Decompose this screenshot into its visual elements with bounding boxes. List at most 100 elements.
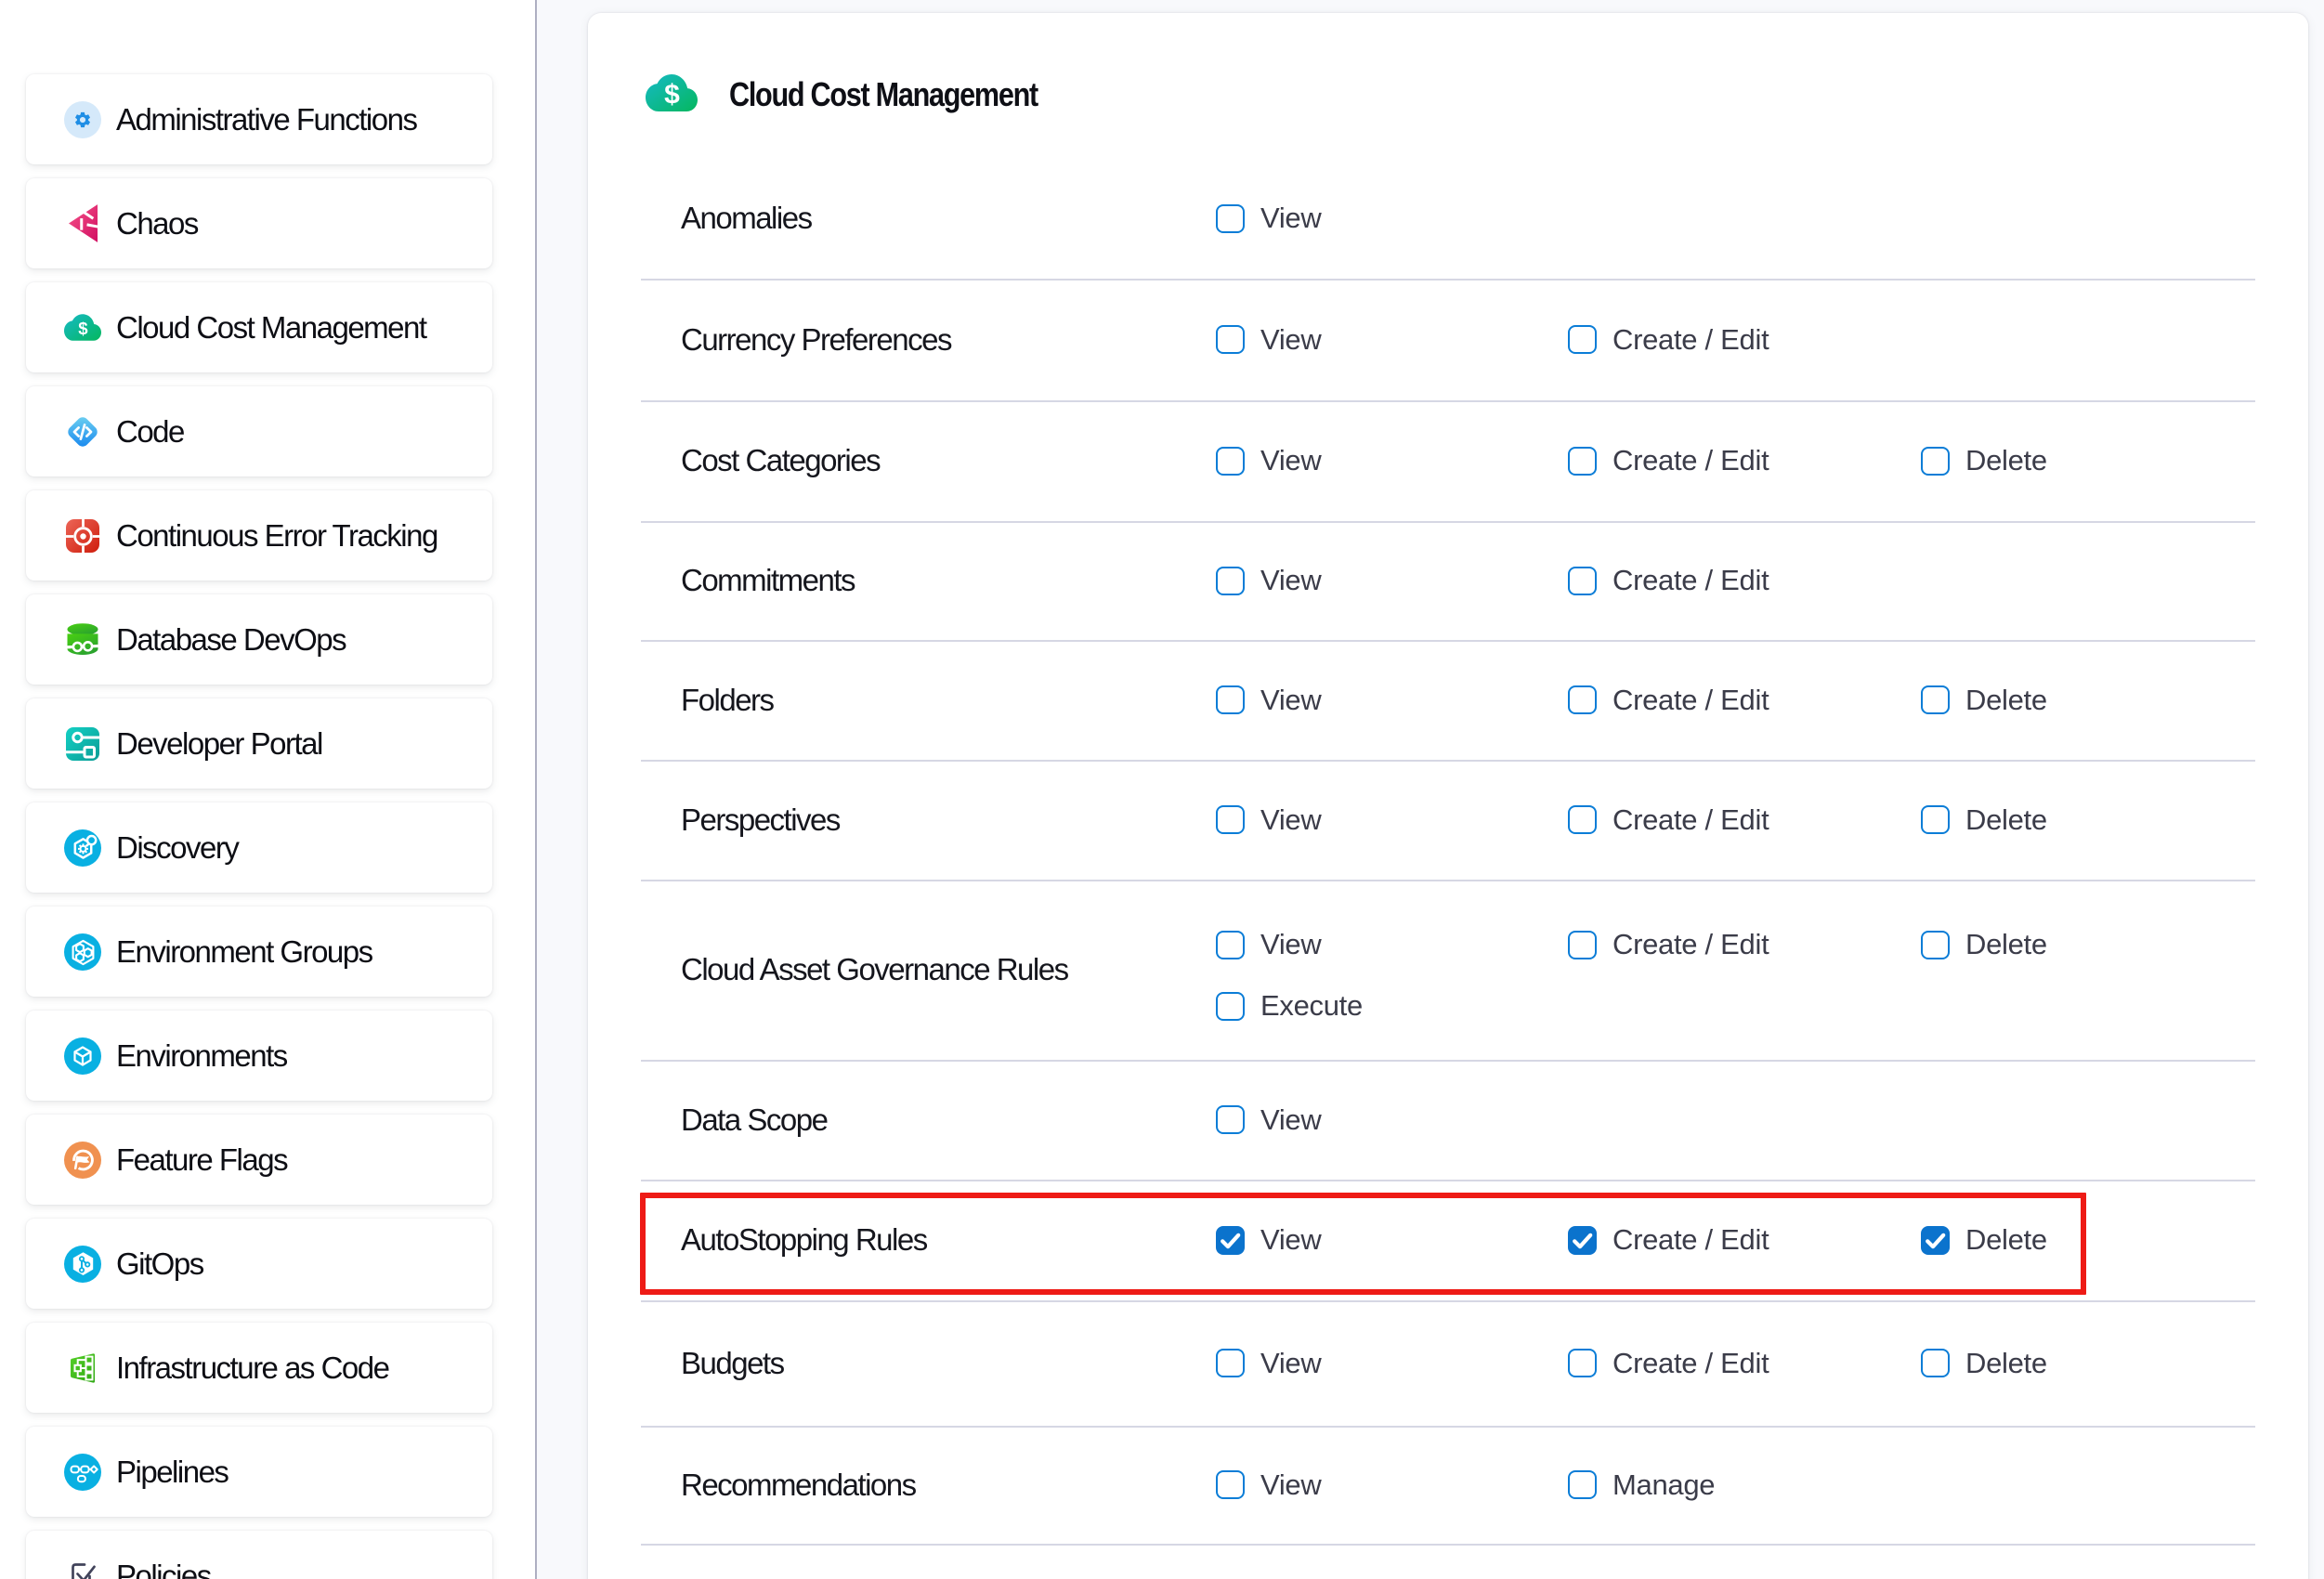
permission-view: View [1216, 1223, 1321, 1257]
panel-header: $ Cloud Cost Management [646, 76, 1092, 113]
permission-view: View [1216, 1347, 1321, 1380]
checkbox-unchecked[interactable] [1216, 1470, 1245, 1499]
git-branch-icon [64, 1244, 101, 1285]
resource-label: Budgets [681, 1346, 784, 1381]
module-label: Cloud Cost Management [116, 312, 426, 343]
permission-delete: Delete [1921, 444, 2047, 477]
checkbox-unchecked[interactable] [1568, 1470, 1597, 1499]
target-icon [64, 515, 101, 556]
sidebar-item-database-devops[interactable]: Database DevOps [26, 594, 492, 685]
checkbox-unchecked[interactable] [1921, 1349, 1950, 1377]
sidebar-item-code[interactable]: Code [26, 386, 492, 476]
permission-label: Create / Edit [1612, 444, 1769, 477]
permission-view: View [1216, 323, 1321, 357]
resource-label: Commitments [681, 563, 855, 598]
checkbox-checked[interactable] [1216, 1226, 1245, 1255]
module-label: Developer Portal [116, 728, 322, 759]
permission-row-data-scope: Data ScopeView [588, 1060, 2308, 1180]
sidebar-item-developer-portal[interactable]: Developer Portal [26, 698, 492, 789]
checkbox-unchecked[interactable] [1216, 685, 1245, 714]
discovery-icon [64, 828, 101, 868]
permissions-panel: $ Cloud Cost Management AnomaliesViewCur… [588, 13, 2308, 1579]
sidebar-item-continuous-error-tracking[interactable]: Continuous Error Tracking [26, 490, 492, 581]
checkbox-unchecked[interactable] [1921, 805, 1950, 834]
sidebar-item-environment-groups[interactable]: Environment Groups [26, 907, 492, 997]
permission-label: View [1260, 564, 1321, 597]
checkbox-unchecked[interactable] [1216, 1349, 1245, 1377]
checkbox-unchecked[interactable] [1216, 325, 1245, 354]
checkbox-unchecked[interactable] [1568, 325, 1597, 354]
sidebar-divider [535, 0, 537, 1579]
checkbox-unchecked[interactable] [1568, 931, 1597, 959]
checkbox-unchecked[interactable] [1921, 931, 1950, 959]
permission-view: View [1216, 803, 1321, 837]
permission-view: View [1216, 684, 1321, 717]
permission-label: Create / Edit [1612, 803, 1769, 837]
checkbox-unchecked[interactable] [1216, 447, 1245, 476]
permission-label: Create / Edit [1612, 928, 1769, 961]
row-divider [641, 279, 2255, 281]
permission-label: Delete [1965, 1223, 2047, 1257]
resource-label: Cloud Asset Governance Rules [681, 952, 1068, 987]
sidebar-item-administrative-functions[interactable]: Administrative Functions [26, 74, 492, 164]
checkbox-unchecked[interactable] [1568, 567, 1597, 595]
checkbox-checked[interactable] [1568, 1226, 1597, 1255]
sidebar-item-policies[interactable]: Policies [26, 1531, 492, 1579]
checkbox-checked[interactable] [1921, 1226, 1950, 1255]
row-divider [641, 880, 2255, 881]
flag-icon [64, 1140, 101, 1181]
sidebar-item-gitops[interactable]: GitOps [26, 1219, 492, 1309]
permission-delete: Delete [1921, 684, 2047, 717]
checkbox-unchecked[interactable] [1216, 567, 1245, 595]
checkbox-unchecked[interactable] [1216, 931, 1245, 959]
checkbox-unchecked[interactable] [1216, 204, 1245, 233]
checkbox-unchecked[interactable] [1568, 447, 1597, 476]
checkbox-unchecked[interactable] [1921, 447, 1950, 476]
permission-label: View [1260, 444, 1321, 477]
gear-icon [64, 99, 101, 140]
permission-view: View [1216, 1468, 1321, 1502]
permission-create-edit: Create / Edit [1568, 444, 1769, 477]
module-label: Feature Flags [116, 1144, 287, 1175]
permission-label: Create / Edit [1612, 323, 1769, 357]
permission-label: Delete [1965, 1347, 2047, 1380]
checkbox-unchecked[interactable] [1568, 685, 1597, 714]
sidebar-item-environments[interactable]: Environments [26, 1011, 492, 1101]
checkbox-unchecked[interactable] [1568, 805, 1597, 834]
sidebar-item-infrastructure-as-code[interactable]: Infrastructure as Code [26, 1323, 492, 1413]
row-divider [641, 1544, 2255, 1546]
permission-create-edit: Create / Edit [1568, 803, 1769, 837]
row-divider [641, 1300, 2255, 1302]
modules-sidebar: Administrative Functions Chaos $ Cloud Cost… [0, 0, 536, 1579]
permission-create-edit: Create / Edit [1568, 928, 1769, 961]
sidebar-item-feature-flags[interactable]: Feature Flags [26, 1115, 492, 1205]
sidebar-item-pipelines[interactable]: Pipelines [26, 1427, 492, 1517]
row-divider [641, 1426, 2255, 1428]
sidebar-item-chaos[interactable]: Chaos [26, 178, 492, 268]
permission-execute: Execute [1216, 989, 1363, 1023]
resource-label: AutoStopping Rules [681, 1222, 927, 1258]
permission-create-edit: Create / Edit [1568, 1223, 1769, 1257]
checkbox-unchecked[interactable] [1216, 1105, 1245, 1134]
permission-label: Delete [1965, 803, 2047, 837]
row-divider [641, 760, 2255, 762]
permission-delete: Delete [1921, 1347, 2047, 1380]
module-label: Environments [116, 1040, 287, 1071]
cloud-dollar-icon: $ [64, 307, 101, 348]
chaos-icon [64, 203, 101, 244]
sidebar-item-discovery[interactable]: Discovery [26, 803, 492, 893]
checkbox-unchecked[interactable] [1568, 1349, 1597, 1377]
checkbox-unchecked[interactable] [1216, 992, 1245, 1021]
permission-row-recommendations: RecommendationsViewManage [588, 1426, 2308, 1544]
permission-label: Create / Edit [1612, 564, 1769, 597]
checkbox-unchecked[interactable] [1921, 685, 1950, 714]
panel-title: Cloud Cost Management [729, 75, 1038, 114]
permission-delete: Delete [1921, 928, 2047, 961]
permission-label: View [1260, 323, 1321, 357]
sidebar-item-cloud-cost-management[interactable]: $ Cloud Cost Management [26, 282, 492, 372]
row-divider [641, 1180, 2255, 1181]
permission-label: Create / Edit [1612, 1223, 1769, 1257]
checkbox-unchecked[interactable] [1216, 805, 1245, 834]
module-label: Code [116, 416, 184, 447]
cube-icon [64, 1036, 101, 1077]
